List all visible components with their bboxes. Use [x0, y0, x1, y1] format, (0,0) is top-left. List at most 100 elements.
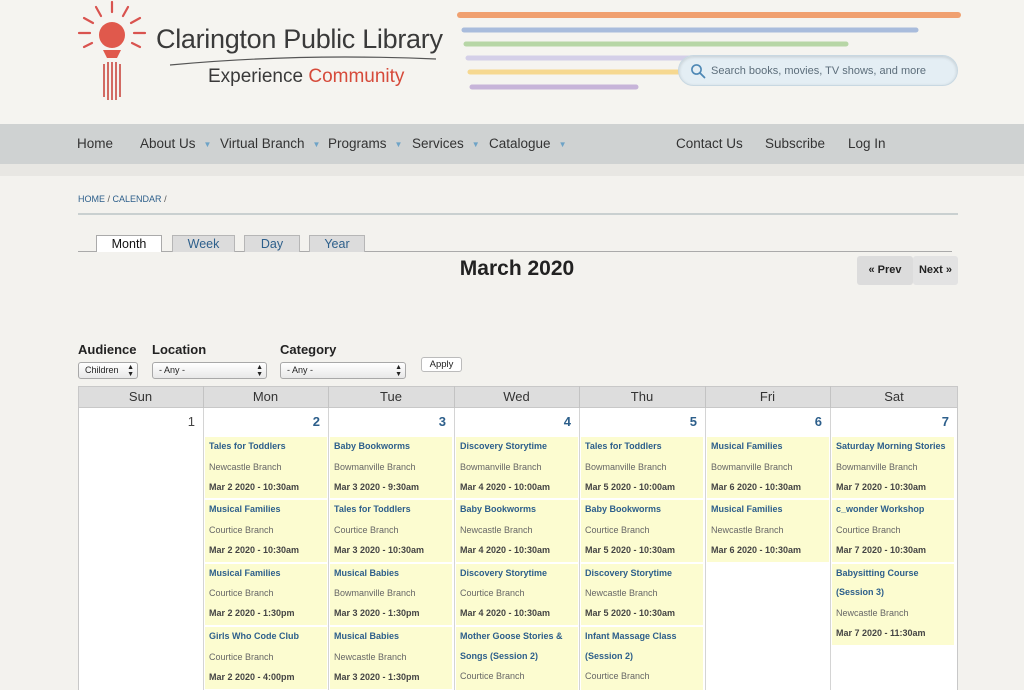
- event-datetime: Mar 3 2020 - 10:30am: [334, 544, 425, 555]
- nav-home-label[interactable]: Home: [77, 136, 113, 151]
- event-title[interactable]: Discovery Storytime: [460, 564, 578, 584]
- category-select-value[interactable]: - Any -: [287, 365, 313, 375]
- calendar-event[interactable]: Discovery Storytime Bowmanville Branch Mar…: [456, 437, 578, 499]
- tab-week[interactable]: Week: [172, 235, 235, 252]
- calendar-event[interactable]: Musical Babies Bowmanville Branch Mar 3 20…: [330, 563, 452, 626]
- nav-programs[interactable]: Programs ▼: [328, 124, 402, 164]
- location-select[interactable]: - Any - ▲ ▼: [152, 362, 267, 379]
- calendar-event[interactable]: Babysitting Course (Session 3) Newcastle B…: [832, 563, 954, 645]
- apply-button[interactable]: Apply: [421, 357, 462, 372]
- calendar-event[interactable]: Musical Babies Newcastle Branch Mar 3 2020…: [330, 627, 452, 689]
- event-title[interactable]: Infant Massage Class: [585, 627, 703, 647]
- select-arrows-icon[interactable]: ▲ ▼: [127, 363, 134, 378]
- event-title[interactable]: Saturday Morning Stories: [836, 437, 954, 457]
- caret-down-icon[interactable]: ▼: [313, 125, 321, 165]
- nav-catalogue[interactable]: Catalogue ▼: [489, 124, 566, 164]
- calendar-event[interactable]: Tales for Toddlers Courtice Branch Mar 3 2…: [330, 500, 452, 562]
- calendar-event[interactable]: Musical Families Bowmanville Branch Mar 6 …: [707, 437, 829, 499]
- calendar-event[interactable]: Musical Families Courtice Branch Mar 2 202…: [205, 500, 327, 562]
- nav-subscribe-label[interactable]: Subscribe: [765, 136, 825, 151]
- tab-year[interactable]: Year: [309, 235, 365, 252]
- caret-down-icon[interactable]: ▼: [204, 125, 212, 165]
- event-title[interactable]: Baby Bookworms: [334, 437, 452, 457]
- nav-contact-us-label[interactable]: Contact Us: [676, 136, 743, 151]
- event-title[interactable]: (Session 3): [836, 583, 954, 603]
- calendar-event[interactable]: Musical Families Courtice Branch Mar 2 202…: [205, 563, 327, 626]
- calendar-event[interactable]: Baby Bookworms Courtice Branch Mar 5 2020 …: [581, 500, 703, 562]
- select-arrows-icon[interactable]: ▲ ▼: [395, 363, 402, 378]
- day-number[interactable]: 4: [564, 414, 571, 429]
- nav-virtual-branch-label[interactable]: Virtual Branch: [220, 136, 305, 151]
- event-title[interactable]: Girls Who Code Club: [209, 627, 327, 647]
- calendar-event[interactable]: Tales for Toddlers Newcastle Branch Mar 2 …: [205, 437, 327, 499]
- caret-down-icon[interactable]: ▼: [472, 125, 480, 165]
- nav-services[interactable]: Services ▼: [412, 124, 480, 164]
- event-title[interactable]: Musical Families: [711, 500, 829, 520]
- tab-month[interactable]: Month: [96, 235, 162, 252]
- event-title[interactable]: Musical Babies: [334, 564, 452, 584]
- event-title[interactable]: Babysitting Course: [836, 564, 954, 584]
- nav-log-in[interactable]: Log In: [848, 124, 886, 164]
- calendar-event[interactable]: Musical Families Newcastle Branch Mar 6 20…: [707, 500, 829, 562]
- library-name[interactable]: Clarington Public Library: [156, 24, 443, 55]
- audience-label: Audience: [78, 342, 137, 357]
- event-title[interactable]: Baby Bookworms: [585, 500, 703, 520]
- breadcrumb-home[interactable]: HOME: [78, 194, 105, 204]
- nav-contact-us[interactable]: Contact Us: [676, 124, 743, 164]
- calendar-event[interactable]: Baby Bookworms Newcastle Branch Mar 4 2020…: [456, 500, 578, 562]
- breadcrumb-calendar[interactable]: CALENDAR: [113, 194, 162, 204]
- day-number[interactable]: 7: [942, 414, 949, 429]
- nav-services-label[interactable]: Services: [412, 136, 464, 151]
- event-title[interactable]: Mother Goose Stories &: [460, 627, 578, 647]
- event-title[interactable]: Tales for Toddlers: [585, 437, 703, 457]
- event-title[interactable]: Musical Families: [209, 564, 327, 584]
- category-select[interactable]: - Any - ▲ ▼: [280, 362, 406, 379]
- nav-about-us[interactable]: About Us ▼: [140, 124, 211, 164]
- calendar-event[interactable]: Girls Who Code Club Courtice Branch Mar 2 …: [205, 627, 327, 689]
- event-title[interactable]: Musical Families: [711, 437, 829, 457]
- location-select-value[interactable]: - Any -: [159, 365, 185, 375]
- nav-programs-label[interactable]: Programs: [328, 136, 387, 151]
- caret-down-icon[interactable]: ▼: [559, 125, 567, 165]
- event-title[interactable]: Tales for Toddlers: [209, 437, 327, 457]
- nav-catalogue-label[interactable]: Catalogue: [489, 136, 551, 151]
- event-title[interactable]: Musical Families: [209, 500, 327, 520]
- calendar-event[interactable]: Discovery Storytime Newcastle Branch Mar 5…: [581, 563, 703, 626]
- day-number[interactable]: 2: [313, 414, 320, 429]
- prev-button[interactable]: « Prev: [857, 256, 913, 285]
- search-icon[interactable]: [690, 63, 706, 79]
- calendar-event[interactable]: Tales for Toddlers Bowmanville Branch Mar …: [581, 437, 703, 499]
- event-title[interactable]: Musical Babies: [334, 627, 452, 647]
- select-arrows-icon[interactable]: ▲ ▼: [256, 363, 263, 378]
- library-logo-icon[interactable]: [76, 0, 148, 102]
- audience-select[interactable]: Children ▲ ▼: [78, 362, 138, 379]
- caret-down-icon[interactable]: ▼: [395, 125, 403, 165]
- nav-virtual-branch[interactable]: Virtual Branch ▼: [220, 124, 320, 164]
- event-title[interactable]: c_wonder Workshop: [836, 500, 954, 520]
- nav-about-us-label[interactable]: About Us: [140, 136, 196, 151]
- calendar-event[interactable]: Baby Bookworms Bowmanville Branch Mar 3 20…: [330, 437, 452, 499]
- nav-home[interactable]: Home: [77, 124, 113, 164]
- event-title[interactable]: Tales for Toddlers: [334, 500, 452, 520]
- day-number[interactable]: 3: [439, 414, 446, 429]
- calendar-event[interactable]: Saturday Morning Stories Bowmanville Bran…: [832, 437, 954, 499]
- event-title[interactable]: Discovery Storytime: [585, 564, 703, 584]
- day-number[interactable]: 6: [815, 414, 822, 429]
- audience-select-value[interactable]: Children: [85, 365, 119, 375]
- event-title[interactable]: Songs (Session 2): [460, 647, 578, 667]
- event-branch: Courtice Branch: [836, 524, 901, 535]
- calendar-event[interactable]: Infant Massage Class (Session 2) Courtice …: [581, 627, 703, 690]
- nav-subscribe[interactable]: Subscribe: [765, 124, 825, 164]
- event-title[interactable]: Baby Bookworms: [460, 500, 578, 520]
- event-title[interactable]: Discovery Storytime: [460, 437, 578, 457]
- calendar-event[interactable]: c_wonder Workshop Courtice Branch Mar 7 20…: [832, 500, 954, 562]
- day-number[interactable]: 5: [690, 414, 697, 429]
- search-input[interactable]: [711, 59, 951, 83]
- event-title[interactable]: (Session 2): [585, 647, 703, 667]
- next-button[interactable]: Next »: [913, 256, 958, 285]
- nav-log-in-label[interactable]: Log In: [848, 136, 886, 151]
- search-box[interactable]: [678, 55, 958, 86]
- calendar-event[interactable]: Discovery Storytime Courtice Branch Mar 4 …: [456, 563, 578, 626]
- tab-day[interactable]: Day: [244, 235, 300, 252]
- calendar-event[interactable]: Mother Goose Stories & Songs (Session 2) C…: [456, 627, 578, 690]
